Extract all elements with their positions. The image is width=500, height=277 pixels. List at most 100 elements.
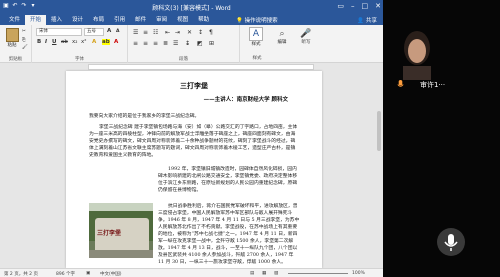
document-canvas: 三打李堡 ——主讲人：南京财经大学 顾科文 我要向大家介绍的是位于我家乡的李堡三… <box>0 71 383 268</box>
tab-review[interactable]: 审阅 <box>151 15 172 25</box>
tell-me-search[interactable]: 💡 操作说明搜索 <box>236 16 278 24</box>
tab-mailings[interactable]: 邮件 <box>130 15 151 25</box>
format-painter-icon[interactable]: 🖌 <box>22 45 28 50</box>
styles-button-label: 样式 <box>251 42 261 47</box>
multilevel-list-icon[interactable]: ☷ <box>153 29 158 36</box>
paragraph-relocation: 1992 年，李堡镇旧城镇改造时，园碑体自然风化碎损，园内碑木影响新建的北闸公路… <box>158 167 298 193</box>
tab-references[interactable]: 引用 <box>109 15 130 25</box>
photo-stone-inscription: 三打李堡 <box>97 230 122 237</box>
font-group-label: 字体 <box>75 57 84 62</box>
tab-file[interactable]: 文件 <box>4 15 25 25</box>
maximize-icon[interactable]: □ <box>362 2 369 10</box>
paragraph-monument: 李堡三战纪念碑 建于李堡镇包场路与海（安）如（皋）公路交汇的丁字路口，占地四亩，… <box>89 125 298 158</box>
paragraph-group: ☰ ≡ ☷ ⇤ ⇥ ✕ ↕ ¶ ≡ ≡ ≡ ≣ ☰ ↨ ◩ ⊞ 段落 <box>128 25 240 63</box>
zoom-level[interactable]: 100% <box>352 271 365 276</box>
word-window: ▣ ↶ ↷ ▾ 顾科文(3) [兼容模式] - Word ▭ – □ ✕ 文件 … <box>0 0 383 277</box>
distributed-icon[interactable]: ☰ <box>173 40 178 47</box>
print-layout-icon[interactable]: ▦ <box>262 271 266 276</box>
paragraph-group-label: 段落 <box>179 57 188 62</box>
screen: ▣ ↶ ↷ ▾ 顾科文(3) [兼容模式] - Word ▭ – □ ✕ 文件 … <box>0 0 500 277</box>
text-effects-icon[interactable]: A <box>92 39 96 45</box>
photo-ground <box>89 250 153 258</box>
font-color-icon[interactable]: A <box>114 39 118 45</box>
close-icon[interactable]: ✕ <box>375 2 381 10</box>
document-heading: 三打李堡 <box>180 81 208 90</box>
chinese-layout-icon[interactable]: ✕ <box>187 29 192 36</box>
speaker-line: ——主讲人：南京财经大学 顾科文 <box>203 97 288 103</box>
increase-indent-icon[interactable]: ⇥ <box>175 29 180 36</box>
read-mode-icon[interactable]: ▤ <box>250 271 254 276</box>
grow-font-icon[interactable]: A <box>107 28 111 34</box>
numbering-icon[interactable]: ≡ <box>143 29 148 36</box>
document-title: 顾科文(3) [兼容模式] - Word <box>152 5 231 12</box>
font-size-select[interactable]: 五号 <box>84 28 104 36</box>
justify-icon[interactable]: ≣ <box>163 40 168 47</box>
align-left-icon[interactable]: ≡ <box>133 40 138 47</box>
monument-photo: 三打李堡 <box>89 203 153 258</box>
zoom-slider[interactable] <box>288 273 348 274</box>
shading-icon[interactable]: ◩ <box>197 40 203 47</box>
font-name-select[interactable]: 宋体 <box>36 28 82 36</box>
paste-button[interactable]: 粘贴 <box>4 28 20 50</box>
line-spacing-icon[interactable]: ↨ <box>185 40 190 47</box>
minimize-icon[interactable]: – <box>351 2 355 10</box>
ribbon: 粘贴 ✂ ⎘ 🖌 剪贴板 宋体 五号 A A B I U ab x₂ x² A … <box>0 25 383 63</box>
ribbon-tabs: 文件 开始 插入 设计 布局 引用 邮件 审阅 视图 帮助 💡 操作说明搜索 👤… <box>0 13 383 25</box>
bold-icon[interactable]: B <box>37 39 41 45</box>
styles-button[interactable]: A 样式 <box>244 27 268 55</box>
dictate-button[interactable]: 🎤 听写 <box>296 29 316 45</box>
underline-icon[interactable]: U <box>52 39 56 45</box>
borders-icon[interactable]: ⊞ <box>209 40 214 47</box>
share-label: 共享 <box>365 18 377 24</box>
web-layout-icon[interactable]: ▧ <box>274 271 278 276</box>
show-marks-icon[interactable]: ¶ <box>209 29 213 36</box>
share-button[interactable]: 👤 共享 <box>357 16 377 24</box>
dictate-label: 听写 <box>301 40 311 45</box>
paragraph-history: 抗日战争胜利后，蒋介石国民党军破坏和平，进攻解放区，曾三度侵占李堡，中国人民解放… <box>158 204 300 265</box>
ruler-row <box>0 63 383 71</box>
sort-icon[interactable]: ↕ <box>198 29 203 36</box>
superscript-icon[interactable]: x² <box>81 39 86 45</box>
microphone-icon: 🎤 <box>300 29 312 39</box>
paragraph-intro: 我要向大家介绍的是位于我家乡的李堡三战纪念碑。 <box>89 114 200 119</box>
microphone-icon <box>444 234 458 251</box>
mic-toggle-button[interactable] <box>437 228 465 256</box>
tab-home[interactable]: 开始 <box>25 15 47 25</box>
word-count[interactable]: 896 个字 <box>56 271 75 277</box>
shrink-font-icon[interactable]: A <box>116 29 119 34</box>
vertical-scrollbar[interactable] <box>377 111 381 151</box>
proofing-icon[interactable]: ▣ <box>86 271 90 276</box>
align-center-icon[interactable]: ≡ <box>143 40 148 47</box>
tab-design[interactable]: 设计 <box>67 15 88 25</box>
tab-insert[interactable]: 插入 <box>46 15 67 25</box>
editing-button[interactable]: ⌕ 编辑 <box>272 29 292 45</box>
font-group: 宋体 五号 A A B I U ab x₂ x² A ab A 字体 <box>32 25 128 63</box>
tab-view[interactable]: 视图 <box>172 15 193 25</box>
italic-icon[interactable]: I <box>45 39 47 45</box>
document-page[interactable]: 三打李堡 ——主讲人：南京财经大学 顾科文 我要向大家介绍的是位于我家乡的李堡三… <box>66 71 322 268</box>
decrease-indent-icon[interactable]: ⇤ <box>165 29 170 36</box>
clipboard-group-label: 剪贴板 <box>8 57 23 62</box>
subscript-icon[interactable]: x₂ <box>72 39 77 45</box>
find-icon: ⌕ <box>279 29 285 39</box>
horizontal-ruler[interactable] <box>88 64 314 70</box>
cut-icon[interactable]: ✂ <box>22 29 26 34</box>
language-status[interactable]: 中文(中国) <box>100 271 122 277</box>
presenter-video <box>397 28 437 80</box>
status-bar: 第 2 页，共 2 页 896 个字 ▣ 中文(中国) ▤ ▦ ▧ 100% <box>0 268 383 277</box>
tab-layout[interactable]: 布局 <box>88 15 109 25</box>
ribbon-display-icon[interactable]: ▭ <box>337 2 344 10</box>
tab-help[interactable]: 帮助 <box>193 15 214 25</box>
highlight-icon[interactable]: ab <box>102 39 110 45</box>
bullets-icon[interactable]: ☰ <box>133 29 138 36</box>
window-controls: ▭ – □ ✕ <box>337 2 381 10</box>
styles-group-label: 样式 <box>252 56 262 61</box>
styles-icon: A <box>249 27 263 41</box>
clipboard-group: 粘贴 ✂ ⎘ 🖌 剪贴板 <box>0 25 32 63</box>
tell-me-label: 操作说明搜索 <box>244 18 278 24</box>
copy-icon[interactable]: ⎘ <box>22 37 26 43</box>
speaking-microphone-icon <box>397 80 404 87</box>
strikethrough-icon[interactable]: ab <box>61 39 68 45</box>
align-right-icon[interactable]: ≡ <box>153 40 158 47</box>
page-count[interactable]: 第 2 页，共 2 页 <box>4 271 38 277</box>
